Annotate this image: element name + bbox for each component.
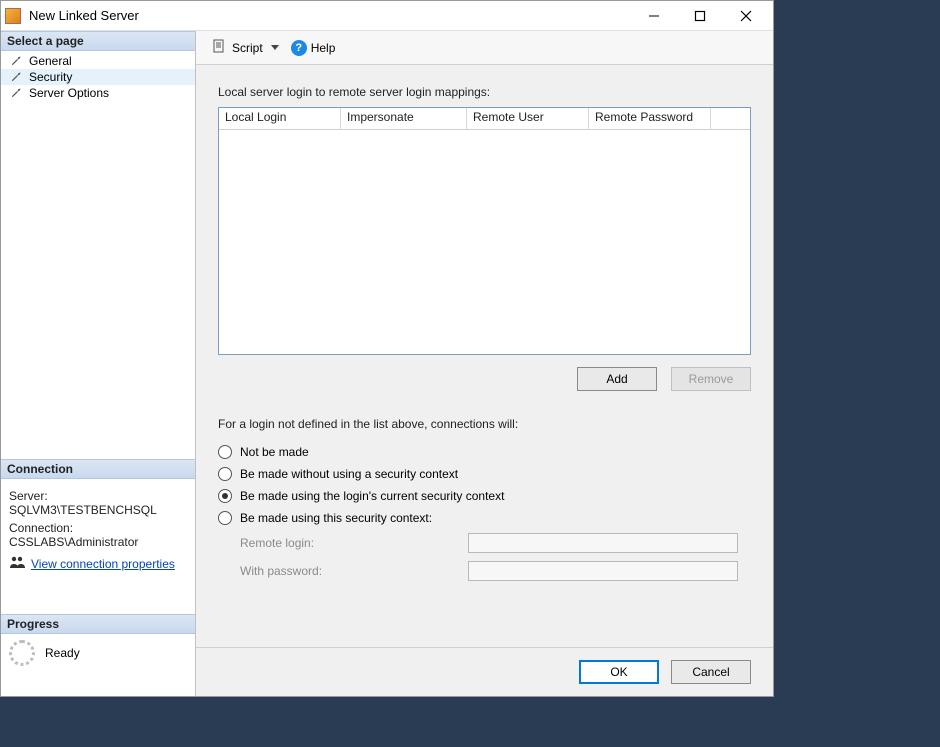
progress-status: Ready bbox=[45, 646, 80, 660]
connection-value: CSSLABS\Administrator bbox=[9, 535, 187, 549]
remove-button: Remove bbox=[671, 367, 751, 391]
toolbar: Script ? Help bbox=[196, 31, 773, 65]
login-mappings-grid[interactable]: Local Login Impersonate Remote User Remo… bbox=[218, 107, 751, 355]
window-controls bbox=[631, 2, 769, 30]
chevron-down-icon bbox=[271, 45, 279, 50]
script-dropdown[interactable]: Script bbox=[206, 36, 285, 59]
help-icon: ? bbox=[291, 40, 307, 56]
sidebar-item-security[interactable]: Security bbox=[1, 69, 195, 85]
titlebar: New Linked Server bbox=[1, 1, 773, 31]
radio-icon bbox=[218, 511, 232, 525]
progress-ring-icon bbox=[9, 640, 35, 666]
radio-label: Be made without using a security context bbox=[240, 467, 458, 481]
wrench-icon bbox=[9, 54, 23, 68]
radio-current-security-context[interactable]: Be made using the login's current securi… bbox=[218, 489, 751, 503]
sidebar-item-server-options[interactable]: Server Options bbox=[1, 85, 195, 101]
connection-info: Server: SQLVM3\TESTBENCHSQL Connection: … bbox=[1, 479, 195, 578]
grid-header: Local Login Impersonate Remote User Remo… bbox=[219, 108, 750, 130]
content-area: Local server login to remote server logi… bbox=[196, 65, 773, 647]
remote-login-label: Remote login: bbox=[240, 536, 460, 550]
wrench-icon bbox=[9, 70, 23, 84]
people-icon bbox=[9, 555, 25, 572]
with-password-label: With password: bbox=[240, 564, 460, 578]
wrench-icon bbox=[9, 86, 23, 100]
dialog-footer: OK Cancel bbox=[196, 647, 773, 696]
with-password-input bbox=[468, 561, 738, 581]
page-list: General Security Server Options bbox=[1, 51, 195, 105]
connection-label: Connection: bbox=[9, 521, 187, 535]
col-remote-password[interactable]: Remote Password bbox=[589, 108, 711, 129]
window-title: New Linked Server bbox=[29, 8, 631, 23]
script-icon bbox=[212, 39, 226, 56]
sidebar-item-general[interactable]: General bbox=[1, 53, 195, 69]
dialog-body: Select a page General Security bbox=[1, 31, 773, 696]
select-page-header: Select a page bbox=[1, 31, 195, 51]
col-spacer bbox=[711, 108, 750, 129]
sidebar-item-label: Security bbox=[29, 70, 72, 84]
col-local-login[interactable]: Local Login bbox=[219, 108, 341, 129]
radio-icon bbox=[218, 489, 232, 503]
server-value: SQLVM3\TESTBENCHSQL bbox=[9, 503, 187, 517]
maximize-icon bbox=[694, 10, 706, 22]
sidebar-item-label: General bbox=[29, 54, 72, 68]
radio-no-security-context[interactable]: Be made without using a security context bbox=[218, 467, 751, 481]
radio-icon bbox=[218, 467, 232, 481]
ok-button[interactable]: OK bbox=[579, 660, 659, 684]
add-button[interactable]: Add bbox=[577, 367, 657, 391]
sidebar: Select a page General Security bbox=[1, 31, 196, 696]
dialog-window: New Linked Server Select a page General bbox=[0, 0, 774, 697]
minimize-icon bbox=[648, 10, 660, 22]
main-pane: Script ? Help Local server login to remo… bbox=[196, 31, 773, 696]
app-icon bbox=[5, 8, 21, 24]
mappings-label: Local server login to remote server logi… bbox=[218, 85, 751, 99]
minimize-button[interactable] bbox=[631, 2, 677, 30]
progress-header: Progress bbox=[1, 614, 195, 634]
with-password-row: With password: bbox=[240, 561, 751, 581]
close-icon bbox=[740, 10, 752, 22]
radio-label: Not be made bbox=[240, 445, 309, 459]
undefined-login-label: For a login not defined in the list abov… bbox=[218, 417, 751, 431]
help-label: Help bbox=[311, 41, 336, 55]
radio-not-be-made[interactable]: Not be made bbox=[218, 445, 751, 459]
col-remote-user[interactable]: Remote User bbox=[467, 108, 589, 129]
close-button[interactable] bbox=[723, 2, 769, 30]
help-button[interactable]: ? Help bbox=[291, 40, 336, 56]
col-impersonate[interactable]: Impersonate bbox=[341, 108, 467, 129]
grid-buttons: Add Remove bbox=[218, 355, 751, 391]
cancel-button[interactable]: Cancel bbox=[671, 660, 751, 684]
remote-login-row: Remote login: bbox=[240, 533, 751, 553]
maximize-button[interactable] bbox=[677, 2, 723, 30]
radio-label: Be made using this security context: bbox=[240, 511, 432, 525]
view-connection-properties-link[interactable]: View connection properties bbox=[31, 557, 175, 571]
server-label: Server: bbox=[9, 489, 187, 503]
script-label: Script bbox=[232, 41, 263, 55]
sidebar-item-label: Server Options bbox=[29, 86, 109, 100]
grid-body[interactable] bbox=[219, 130, 750, 354]
progress-block: Ready bbox=[1, 634, 195, 672]
connection-header: Connection bbox=[1, 459, 195, 479]
radio-this-security-context[interactable]: Be made using this security context: bbox=[218, 511, 751, 525]
remote-login-input bbox=[468, 533, 738, 553]
radio-icon bbox=[218, 445, 232, 459]
radio-label: Be made using the login's current securi… bbox=[240, 489, 504, 503]
